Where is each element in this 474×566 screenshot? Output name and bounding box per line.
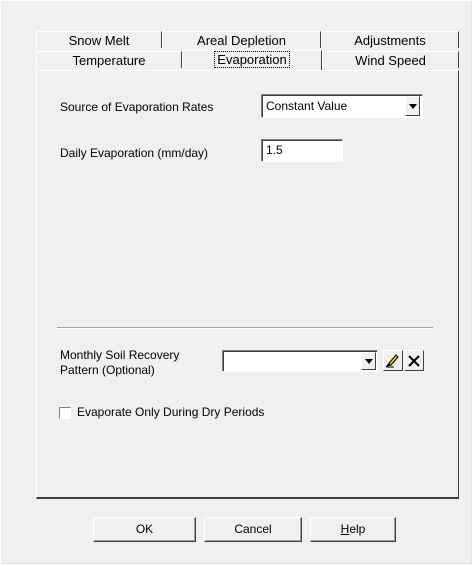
tab-snow-melt[interactable]: Snow Melt — [36, 31, 162, 48]
soil-recovery-label-line2: Pattern (Optional) — [60, 363, 155, 377]
tab-areal-depletion[interactable]: Areal Depletion — [162, 31, 321, 48]
help-button[interactable]: Help — [310, 517, 396, 542]
source-dropdown-button[interactable] — [405, 96, 420, 116]
edit-pattern-button[interactable] — [383, 350, 403, 371]
tab-wind-speed[interactable]: Wind Speed — [322, 51, 459, 68]
cancel-button-label: Cancel — [234, 522, 272, 536]
dialog: Snow Melt Areal Depletion Adjustments Te… — [0, 0, 474, 566]
chevron-down-icon — [408, 103, 417, 109]
close-icon — [408, 354, 420, 367]
source-label: Source of Evaporation Rates — [60, 100, 214, 114]
pencil-edit-icon — [385, 353, 399, 367]
tab-temperature[interactable]: Temperature — [36, 51, 182, 68]
daily-evaporation-input[interactable]: 1.5 — [261, 139, 343, 162]
clear-pattern-button[interactable] — [404, 350, 424, 371]
ok-button[interactable]: OK — [93, 517, 196, 542]
tab-adjustments[interactable]: Adjustments — [321, 31, 459, 48]
chevron-down-icon — [364, 358, 373, 364]
evaporation-panel: Source of Evaporation Rates Constant Val… — [36, 70, 459, 499]
dry-periods-checkbox[interactable] — [59, 407, 71, 419]
source-select-value: Constant Value — [266, 99, 348, 113]
ok-button-label: OK — [135, 522, 154, 536]
daily-evaporation-value: 1.5 — [266, 143, 283, 157]
tab-evaporation[interactable]: Evaporation — [182, 50, 322, 70]
separator — [57, 327, 433, 329]
tab-label: Wind Speed — [355, 53, 426, 68]
tab-label: Snow Melt — [68, 33, 130, 48]
source-select[interactable]: Constant Value — [261, 94, 423, 118]
soil-recovery-select[interactable] — [222, 350, 378, 372]
tab-label: Adjustments — [354, 33, 426, 48]
help-button-label: elp — [349, 522, 366, 536]
daily-evaporation-label: Daily Evaporation (mm/day) — [60, 146, 209, 160]
soil-recovery-dropdown-button[interactable] — [361, 352, 376, 370]
dry-periods-label: Evaporate Only During Dry Periods — [77, 405, 265, 419]
soil-recovery-label-line1: Monthly Soil Recovery — [60, 348, 180, 362]
tab-label: Evaporation — [214, 51, 290, 68]
cancel-button[interactable]: Cancel — [204, 517, 302, 542]
tab-label: Areal Depletion — [197, 33, 286, 48]
tab-label: Temperature — [72, 53, 146, 68]
